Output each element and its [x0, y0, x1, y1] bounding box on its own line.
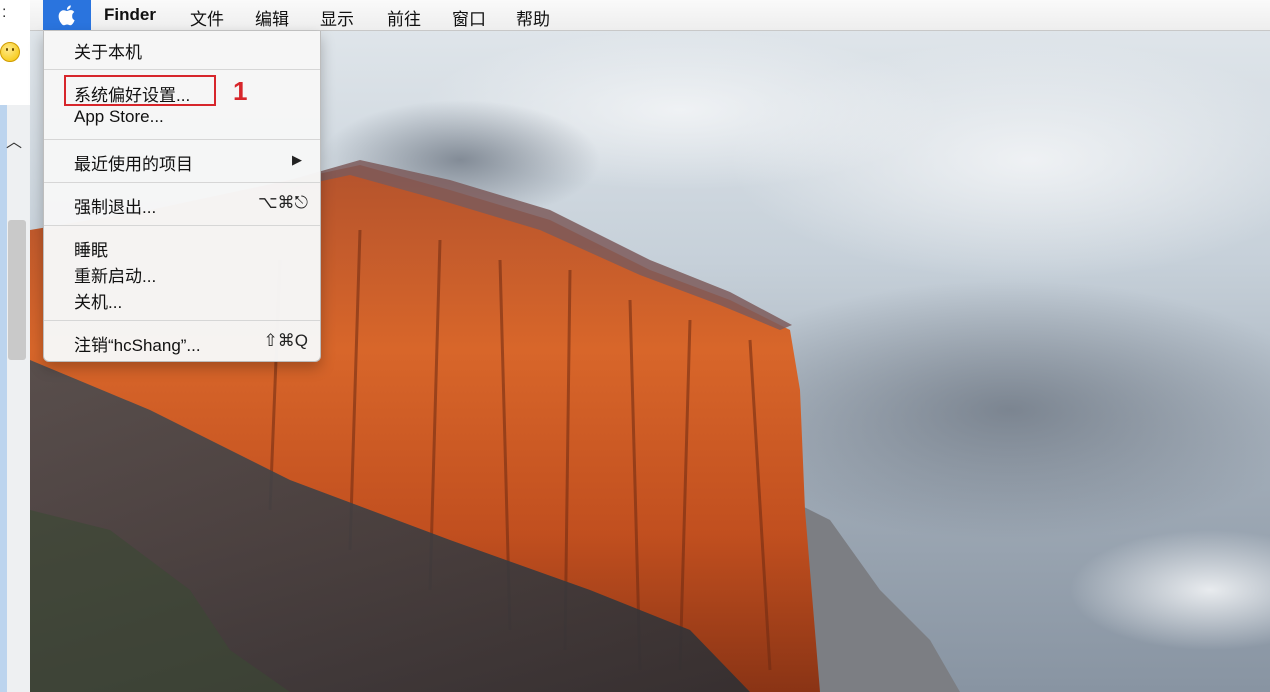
menu-separator	[44, 320, 320, 321]
menu-item-restart[interactable]: 重新启动...	[74, 262, 156, 287]
menu-help[interactable]: 帮助	[516, 5, 550, 30]
submenu-arrow-icon: ▶	[292, 152, 302, 167]
menu-separator	[44, 69, 320, 70]
smiley-icon	[0, 42, 20, 62]
apple-menu-button[interactable]	[43, 0, 91, 30]
menu-separator	[44, 182, 320, 183]
menu-separator	[44, 225, 320, 226]
menu-finder[interactable]: Finder	[104, 5, 156, 25]
sidebar-edge	[0, 105, 7, 692]
menu-item-about[interactable]: 关于本机	[74, 38, 142, 63]
menu-edit[interactable]: 编辑	[255, 5, 289, 30]
menu-item-logout[interactable]: 注销“hcShang”...	[74, 331, 201, 356]
text-fragment: :	[2, 4, 7, 21]
menu-window[interactable]: 窗口	[452, 5, 486, 30]
menu-go[interactable]: 前往	[387, 5, 421, 30]
menu-item-recent-items[interactable]: 最近使用的项目	[74, 150, 193, 175]
chevron-up-icon[interactable]: ︿	[6, 128, 22, 152]
force-quit-shortcut: ⌥⌘⎋	[257, 193, 308, 212]
logout-shortcut: ⇧⌘Q	[263, 331, 308, 350]
scrollbar-thumb[interactable]	[8, 220, 26, 360]
annotation-step-number: 1	[233, 76, 248, 106]
menu-item-app-store[interactable]: App Store...	[74, 107, 164, 127]
menu-view[interactable]: 显示	[320, 5, 354, 30]
menu-item-shutdown[interactable]: 关机...	[74, 288, 122, 313]
menu-file[interactable]: 文件	[190, 5, 224, 30]
menu-item-sleep[interactable]: 睡眠	[74, 236, 108, 261]
annotation-highlight-box	[64, 75, 216, 106]
menu-separator	[44, 139, 320, 140]
apple-logo-icon	[58, 5, 75, 26]
menu-bar: Finder 文件 编辑 显示 前往 窗口 帮助	[30, 0, 1270, 31]
background-window-strip: : ︿	[0, 0, 31, 692]
menu-item-force-quit[interactable]: 强制退出...	[74, 193, 156, 218]
